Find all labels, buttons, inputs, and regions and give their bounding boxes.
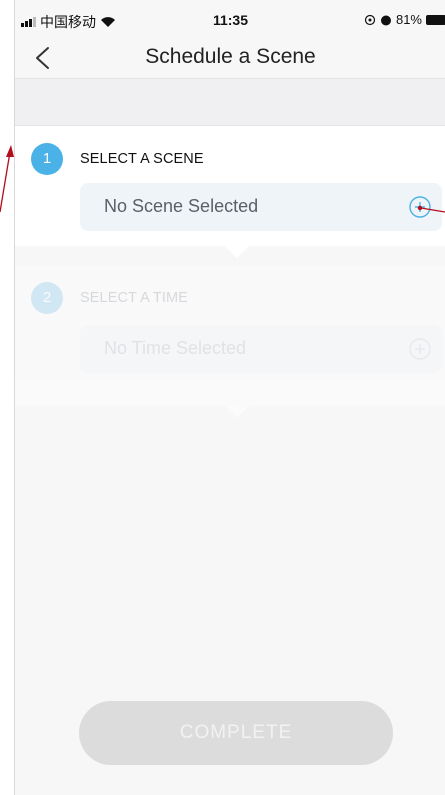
status-bar: 中国移动 11:35 81% [15,0,445,40]
step-connector [225,246,249,258]
step-label: SELECT A TIME [80,290,188,306]
time-selector-value: No Time Selected [104,338,247,358]
step-number-badge: 1 [31,143,63,175]
status-right: 81% [364,12,445,27]
step-number-badge: 2 [31,282,63,314]
navigation-bar: Schedule a Scene [15,40,445,79]
step-select-scene: 1 SELECT A SCENE No Scene Selected [15,126,445,246]
add-time-button[interactable] [408,337,432,361]
step-connector [225,406,249,418]
complete-button[interactable]: COMPLETE [79,701,393,765]
arrowhead-icon [6,145,14,157]
phone-screen: 中国移动 11:35 81% Schedule a Scene 1 SELECT… [14,0,445,795]
battery-icon [426,14,445,25]
annotation-arrow-left [0,151,11,213]
time-selector[interactable]: No Time Selected [80,325,442,373]
alarm-icon [380,15,391,25]
add-scene-button[interactable] [408,195,432,219]
location-icon [364,14,376,25]
battery-percent: 81% [395,12,422,27]
scene-selector[interactable]: No Scene Selected [80,183,442,231]
header-spacer [15,79,445,126]
page-title: Schedule a Scene [145,45,316,68]
step-select-time: 2 SELECT A TIME No Time Selected [15,266,445,406]
scene-selector-value: No Scene Selected [104,196,259,216]
step-label: SELECT A SCENE [80,151,204,167]
